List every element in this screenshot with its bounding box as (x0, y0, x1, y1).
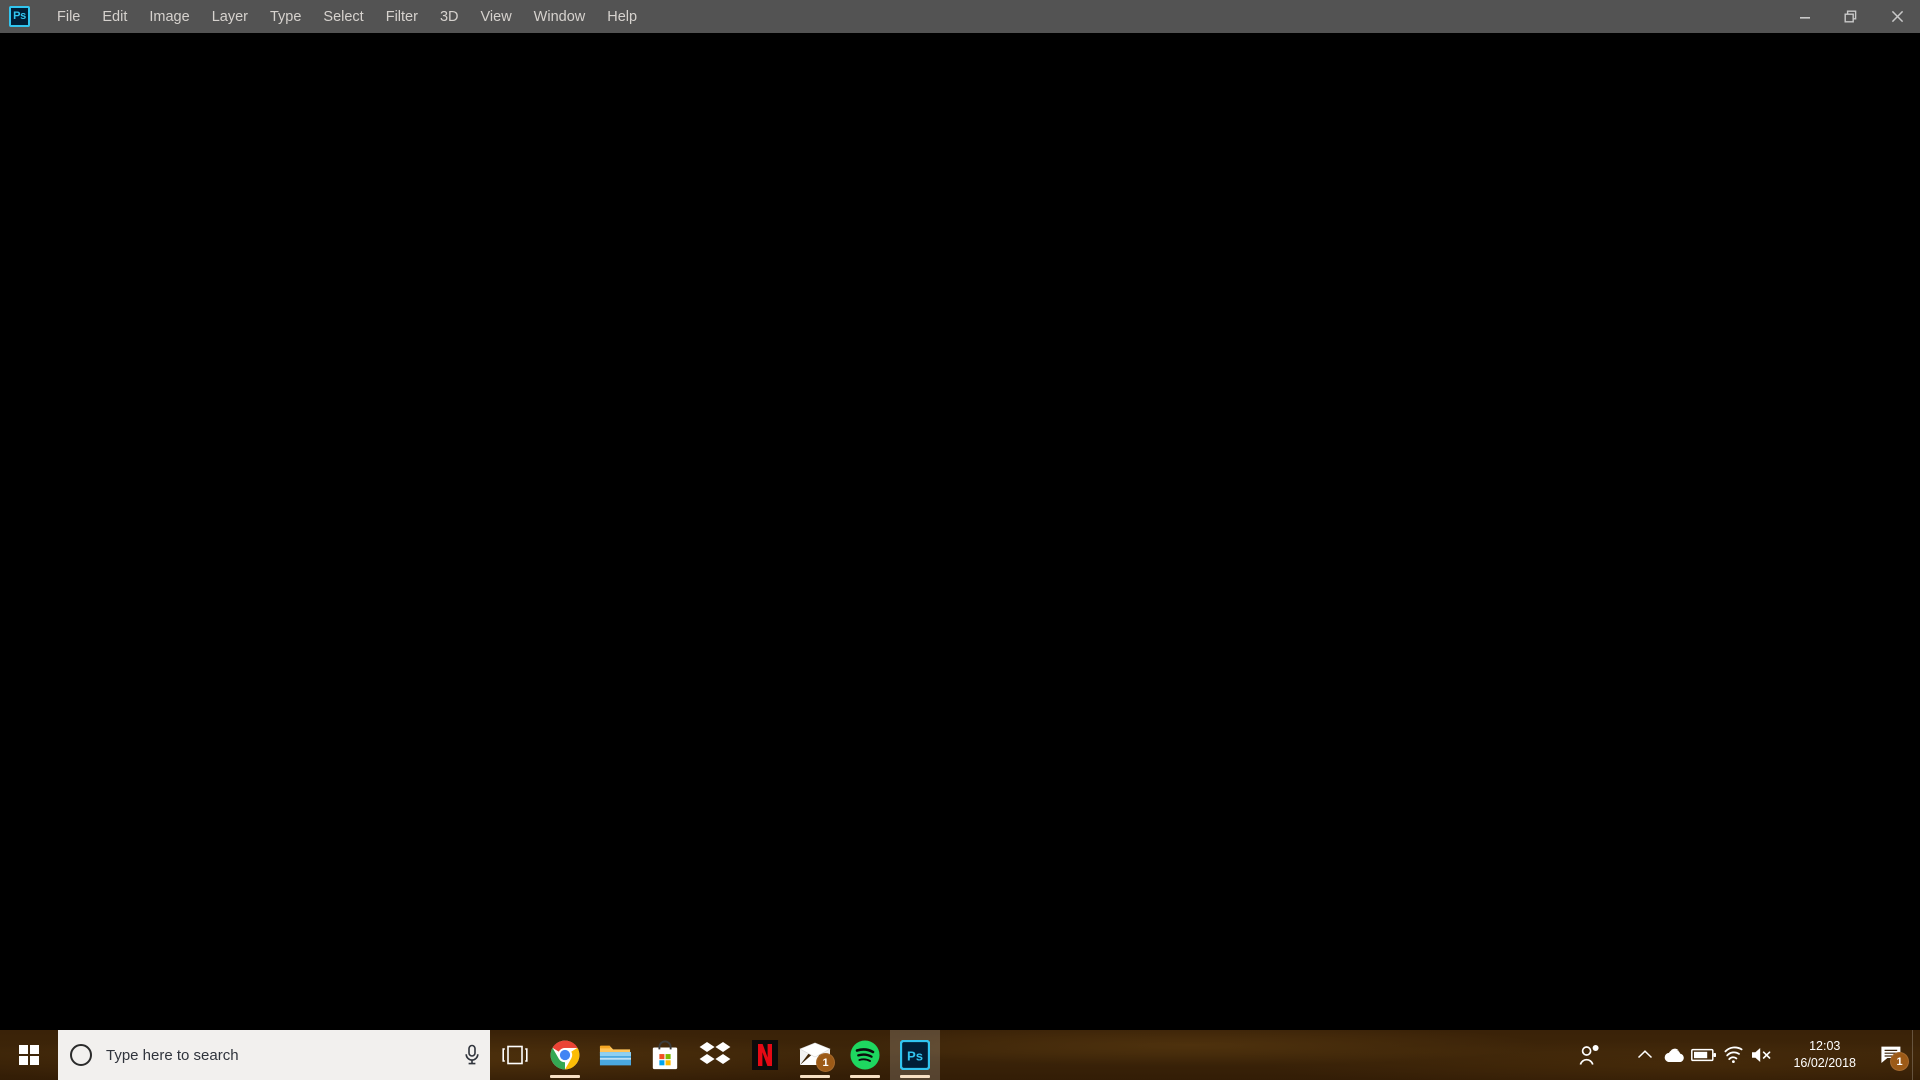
clock-date: 16/02/2018 (1793, 1056, 1856, 1070)
taskbar-item-spotify[interactable] (840, 1030, 890, 1080)
photoshop-icon: Ps (9, 6, 30, 27)
taskbar-item-netflix[interactable] (740, 1030, 790, 1080)
mail-badge: 1 (816, 1053, 835, 1072)
wifi-icon[interactable] (1719, 1030, 1747, 1080)
taskbar-item-mail[interactable]: 1 (790, 1030, 840, 1080)
netflix-icon (752, 1040, 778, 1070)
microphone-icon[interactable] (454, 1044, 490, 1066)
action-center-button[interactable]: 1 (1870, 1030, 1912, 1080)
running-indicator (800, 1075, 830, 1078)
windows-logo-icon (18, 1044, 40, 1066)
close-button[interactable] (1874, 0, 1920, 33)
taskbar-pinned-items: 1 Ps (490, 1030, 940, 1080)
menu-layer[interactable]: Layer (201, 6, 259, 28)
chevron-up-icon[interactable] (1631, 1030, 1659, 1080)
running-indicator (900, 1075, 930, 1078)
taskbar-item-photoshop[interactable]: Ps (890, 1030, 940, 1080)
menu-file[interactable]: File (46, 6, 91, 28)
menu-select[interactable]: Select (312, 6, 374, 28)
taskbar-item-file-explorer[interactable] (590, 1030, 640, 1080)
clock[interactable]: 12:03 16/02/2018 (1777, 1030, 1870, 1080)
dropbox-icon (699, 1042, 731, 1064)
photoshop-window: Ps File Edit Image Layer Type Select Fil… (0, 0, 1920, 1030)
menu-view[interactable]: View (470, 6, 523, 28)
running-indicator (550, 1075, 580, 1078)
screen: Ps File Edit Image Layer Type Select Fil… (0, 0, 1920, 1080)
taskbar-item-chrome[interactable] (540, 1030, 590, 1080)
photoshop-icon-label: Ps (13, 10, 26, 22)
people-icon[interactable] (1569, 1030, 1611, 1080)
restore-icon (1844, 10, 1857, 23)
minimize-icon (1800, 16, 1810, 19)
battery-icon[interactable] (1689, 1030, 1719, 1080)
window-controls (1782, 0, 1920, 33)
microsoft-store-icon (652, 1040, 678, 1070)
onedrive-cloud-icon[interactable] (1659, 1030, 1689, 1080)
menu-type[interactable]: Type (259, 6, 312, 28)
volume-muted-icon[interactable] (1747, 1030, 1777, 1080)
show-desktop-button[interactable] (1912, 1030, 1920, 1080)
search-placeholder: Type here to search (106, 1046, 239, 1064)
svg-text:Ps: Ps (907, 1049, 923, 1064)
menu-help[interactable]: Help (596, 6, 648, 28)
menu-edit[interactable]: Edit (91, 6, 138, 28)
cortana-circle-icon (70, 1044, 92, 1066)
menu-3d[interactable]: 3D (429, 6, 470, 28)
menu-bar: Ps File Edit Image Layer Type Select Fil… (0, 0, 1920, 33)
file-explorer-icon (599, 1045, 631, 1066)
taskbar-item-microsoft-store[interactable] (640, 1030, 690, 1080)
running-indicator (850, 1075, 880, 1078)
clock-time: 12:03 (1809, 1039, 1841, 1054)
chrome-icon (550, 1040, 580, 1070)
task-view-icon (502, 1045, 528, 1065)
close-icon (1891, 10, 1903, 23)
menu-image[interactable]: Image (138, 6, 200, 28)
photoshop-canvas[interactable] (0, 33, 1920, 1030)
minimize-button[interactable] (1782, 0, 1828, 33)
spotify-icon (850, 1040, 880, 1070)
photoshop-icon: Ps (900, 1040, 930, 1070)
taskbar-item-task-view[interactable] (490, 1030, 540, 1080)
search-input[interactable]: Type here to search (58, 1030, 490, 1080)
restore-button[interactable] (1828, 0, 1874, 33)
taskbar-empty-area (940, 1030, 1569, 1080)
menu-filter[interactable]: Filter (375, 6, 429, 28)
taskbar: Type here to search 1 Ps 12:03 16/02/201… (0, 1030, 1920, 1080)
system-tray: 12:03 16/02/2018 1 (1569, 1030, 1920, 1080)
start-button[interactable] (0, 1030, 58, 1080)
action-center-badge: 1 (1890, 1052, 1909, 1071)
menu-window[interactable]: Window (523, 6, 597, 28)
taskbar-item-dropbox[interactable] (690, 1030, 740, 1080)
